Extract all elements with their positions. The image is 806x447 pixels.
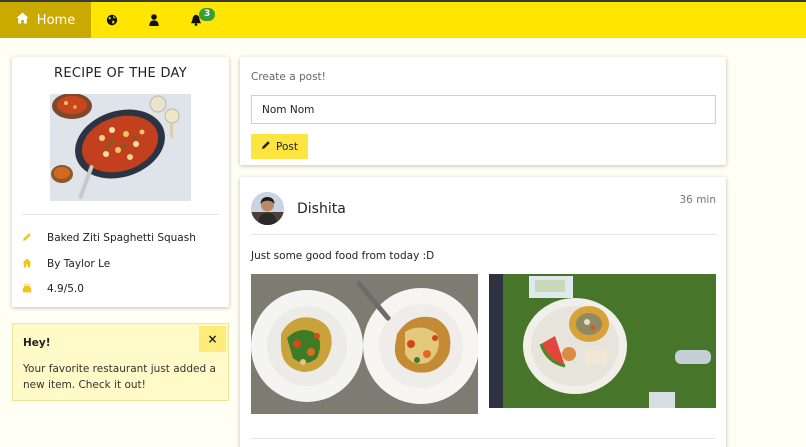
post-image-pasta[interactable] <box>251 274 478 414</box>
top-nav: Home 3 <box>0 0 806 38</box>
recipe-rating: 4.9/5.0 <box>47 283 84 295</box>
nav-notifications-button[interactable]: 3 <box>175 2 217 38</box>
alert-title: Hey! <box>23 337 51 349</box>
nav-globe-button[interactable] <box>91 2 133 38</box>
notification-badge: 3 <box>199 8 216 21</box>
recipe-author: By Taylor Le <box>47 258 111 270</box>
recipe-dish-name: Baked Ziti Spaghetti Squash <box>47 232 196 244</box>
alert-message: Your favorite restaurant just added a ne… <box>23 363 216 391</box>
cake-icon <box>22 283 32 296</box>
post-divider <box>251 438 716 439</box>
alert-close-button[interactable]: × <box>199 326 226 352</box>
close-icon: × <box>207 332 218 346</box>
recipe-dish-row: Baked Ziti Spaghetti Squash <box>22 229 222 247</box>
post-text: Just some good food from today :D <box>251 250 435 262</box>
recipe-divider <box>22 214 219 215</box>
avatar[interactable] <box>251 192 284 225</box>
pencil-icon <box>22 232 32 245</box>
globe-icon <box>106 14 118 26</box>
pencil-icon <box>261 140 271 153</box>
post-button-label: Post <box>276 140 298 153</box>
recipe-rating-row: 4.9/5.0 <box>22 280 222 298</box>
nav-home-button[interactable]: Home <box>0 2 91 38</box>
recipe-author-row: By Taylor Le <box>22 255 222 273</box>
post-input[interactable] <box>251 95 716 124</box>
home-icon <box>16 12 29 28</box>
post-timestamp: 36 min <box>679 194 717 206</box>
create-post-card: Create a post! Post <box>240 57 726 165</box>
recipe-title: RECIPE OF THE DAY <box>54 66 187 81</box>
user-icon <box>149 14 159 26</box>
post-divider <box>251 234 716 235</box>
nav-home-label: Home <box>36 12 76 28</box>
post-button[interactable]: Post <box>251 134 308 159</box>
nav-profile-button[interactable] <box>133 2 175 38</box>
post-image-picnic[interactable] <box>489 274 716 408</box>
create-post-label: Create a post! <box>251 71 326 83</box>
recipe-card: RECIPE OF THE DAY Baked Ziti Spaghetti S… <box>12 57 229 307</box>
recipe-photo[interactable] <box>50 94 191 201</box>
notification-alert: Hey! × Your favorite restaurant just add… <box>12 323 229 401</box>
post-author[interactable]: Dishita <box>297 201 346 217</box>
feed-post: Dishita 36 min Just some good food from … <box>240 177 726 447</box>
home-icon <box>22 258 32 271</box>
